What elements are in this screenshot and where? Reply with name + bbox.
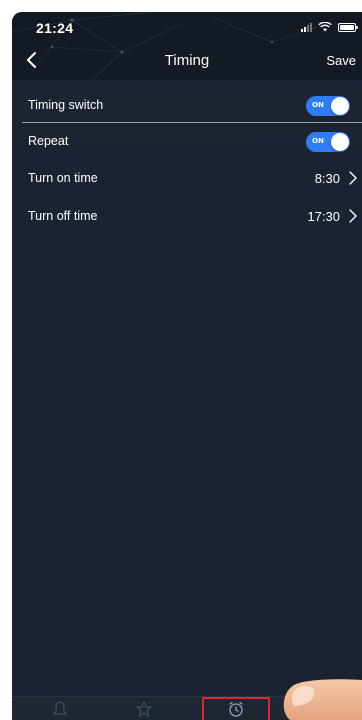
timing-switch-toggle[interactable]: ON [306, 96, 350, 116]
repeat-label: Repeat [28, 134, 69, 148]
battery-icon [338, 22, 358, 32]
tab-favorites[interactable] [124, 697, 164, 720]
timing-switch-label: Timing switch [28, 98, 104, 112]
status-bar: 21:24 [12, 12, 362, 42]
signal-strength-icon [301, 22, 312, 32]
toggle-knob [331, 133, 349, 151]
bell-icon [53, 701, 67, 715]
star-icon [136, 701, 152, 717]
repeat-row: Repeat ON [12, 123, 362, 159]
phone-screen: 21:24 Timing Save Timing switch ON Repea… [12, 12, 362, 720]
repeat-toggle[interactable]: ON [306, 132, 350, 152]
chevron-right-icon [349, 171, 357, 185]
toggle-on-text: ON [312, 137, 324, 145]
turn-on-time-row[interactable]: Turn on time 8:30 [12, 159, 362, 197]
status-time: 21:24 [36, 20, 74, 36]
turn-off-time-row[interactable]: Turn off time 17:30 [12, 197, 362, 235]
turn-on-time-label: Turn on time [28, 171, 98, 185]
save-button[interactable]: Save [326, 53, 356, 68]
turn-off-time-label: Turn off time [28, 209, 98, 223]
timing-switch-row: Timing switch ON [12, 87, 362, 123]
chevron-right-icon [349, 209, 357, 223]
turn-off-time-value: 17:30 [307, 208, 340, 224]
toggle-knob [331, 97, 349, 115]
timing-settings-list: Timing switch ON Repeat ON Turn on time … [12, 87, 362, 235]
bottom-tab-bar [12, 696, 362, 720]
toggle-on-text: ON [312, 101, 324, 109]
page-title: Timing [164, 52, 210, 69]
turn-on-time-value: 8:30 [314, 170, 340, 186]
wifi-icon [318, 22, 332, 32]
navigation-bar: Timing Save [12, 42, 362, 80]
alarm-clock-icon [229, 701, 243, 717]
tab-notifications[interactable] [40, 697, 80, 720]
status-icons [301, 22, 358, 32]
tab-timing[interactable] [216, 697, 256, 720]
